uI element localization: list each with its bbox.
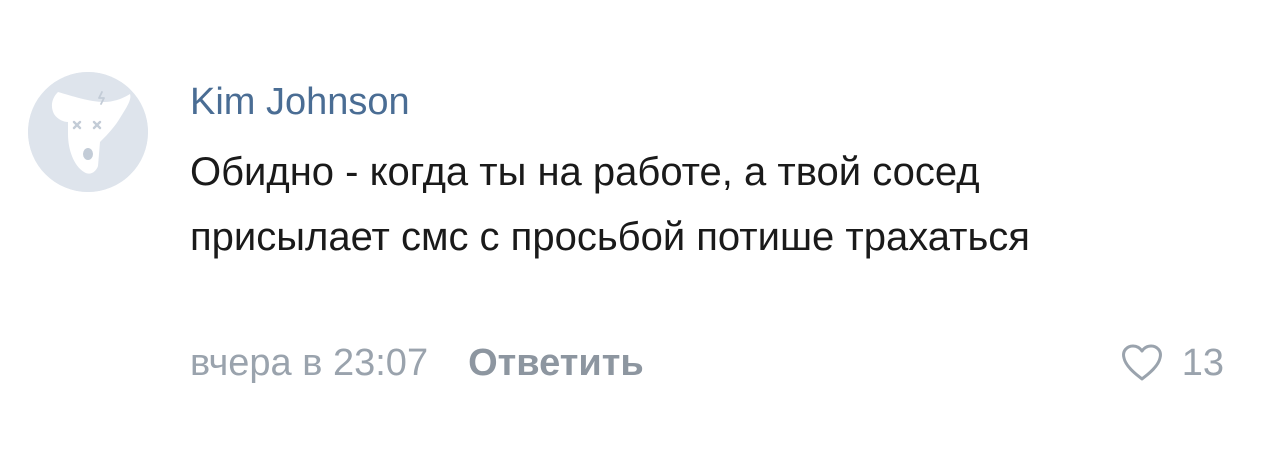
comment-timestamp: вчера в 23:07 — [190, 341, 429, 384]
heart-outline-icon — [1121, 344, 1162, 381]
author-name[interactable]: Kim Johnson — [190, 80, 410, 124]
comment-text: Обидно - когда ты на работе, а твой сосе… — [190, 150, 1030, 259]
comment-item: Kim Johnson Обидно - когда ты на работе,… — [0, 0, 1280, 456]
reply-button[interactable]: Ответить — [468, 342, 644, 385]
likes-count: 13 — [1181, 341, 1224, 384]
like-button[interactable]: 13 — [1120, 340, 1224, 386]
comment-meta: вчера в 23:07 Ответить — [190, 340, 644, 386]
avatar[interactable] — [28, 72, 148, 192]
deactivated-dog-icon — [28, 72, 148, 192]
